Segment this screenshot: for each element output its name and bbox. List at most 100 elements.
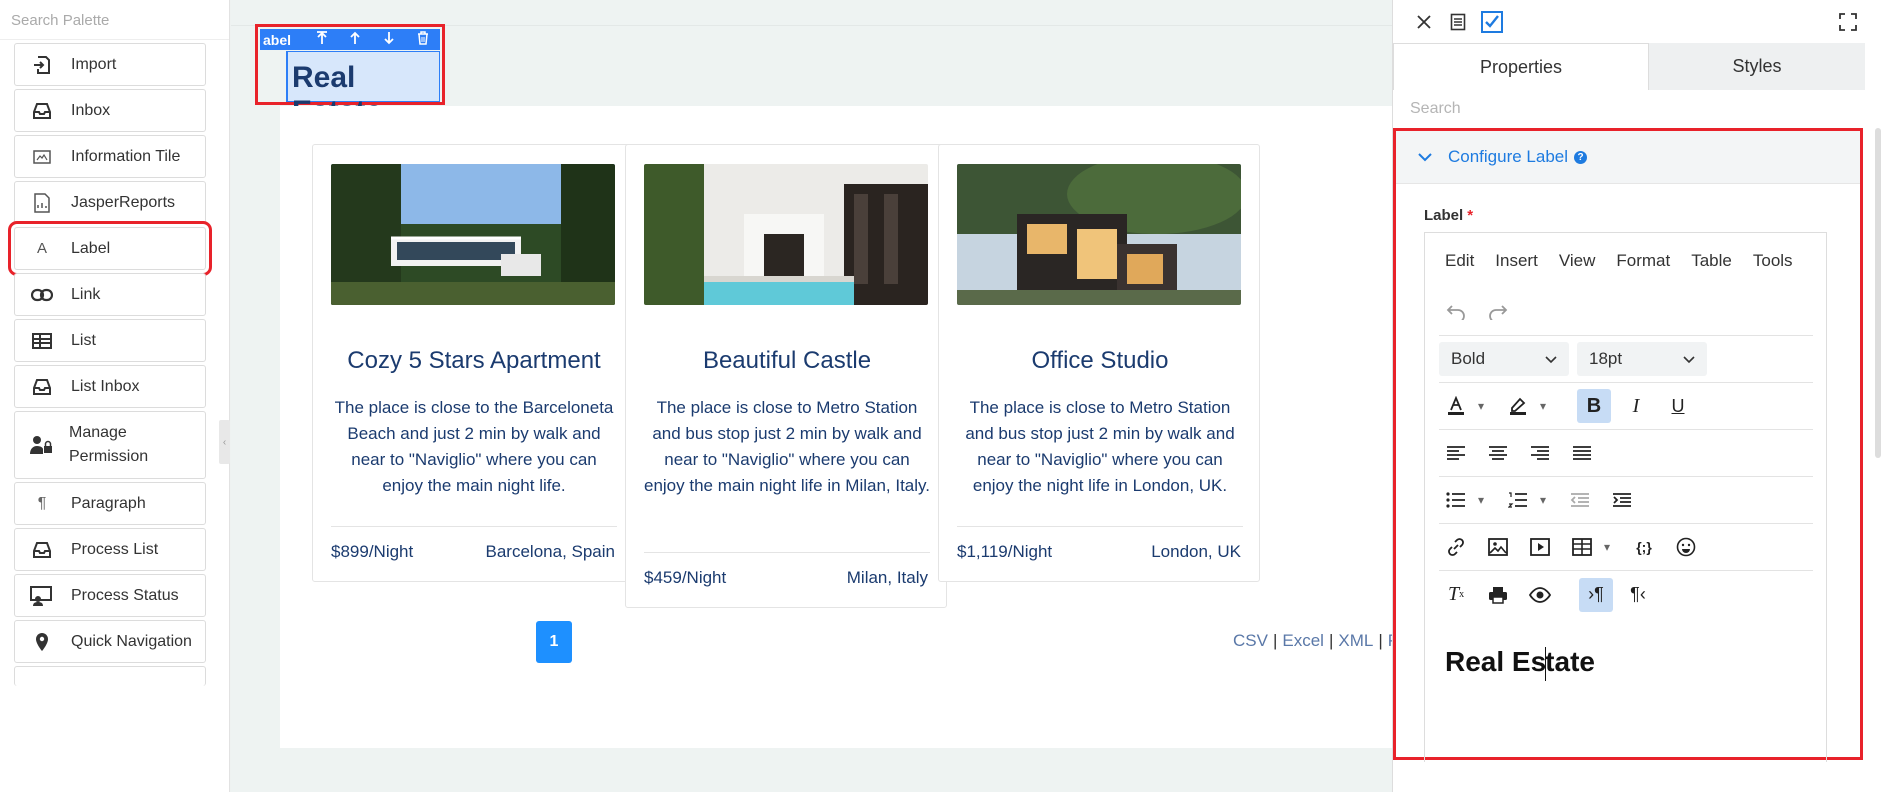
font-weight-select[interactable]: Bold [1439,342,1569,376]
palette-item-label: List [71,331,96,349]
editor-content-area[interactable]: Real Estate [1445,646,1595,681]
tab-properties[interactable]: Properties [1393,43,1649,90]
checkbox-icon[interactable] [1475,10,1509,34]
palette-item-label: Process Status [71,586,179,604]
help-icon[interactable]: ? [1574,150,1588,164]
card-price: $1,119/Night [957,542,1053,561]
align-left-icon[interactable] [1439,436,1473,470]
export-excel-link[interactable]: Excel [1282,631,1324,650]
palette-item-partial[interactable] [14,666,206,686]
palette-item-process-status[interactable]: Process Status [14,574,206,617]
move-up-icon[interactable] [338,31,372,49]
document-icon[interactable] [1441,10,1475,34]
property-card[interactable]: Beautiful Castle The place is close to M… [625,144,947,608]
property-card[interactable]: Office Studio The place is close to Metr… [938,144,1260,582]
collapse-palette-handle[interactable]: ‹ [219,420,230,464]
property-card[interactable]: Cozy 5 Stars Apartment The place is clos… [312,144,634,582]
bold-icon[interactable]: B [1577,389,1611,423]
menu-edit[interactable]: Edit [1445,251,1474,271]
palette-item-process-list[interactable]: Process List [14,528,206,571]
image-icon[interactable] [1481,530,1515,564]
export-csv-link[interactable]: CSV [1233,631,1268,650]
menu-table[interactable]: Table [1691,251,1732,271]
menu-tools[interactable]: Tools [1753,251,1793,271]
export-xml-link[interactable]: XML [1338,631,1373,650]
properties-search-input[interactable]: Search [1410,100,1461,118]
inbox-icon [29,376,55,398]
text-color-icon[interactable] [1439,389,1473,423]
palette-item-information-tile[interactable]: Information Tile [14,135,206,178]
indent-icon[interactable] [1605,483,1639,517]
code-variable-icon[interactable]: {;} [1627,530,1661,564]
outdent-icon[interactable] [1563,483,1597,517]
undo-icon[interactable] [1439,295,1473,329]
menu-view[interactable]: View [1559,251,1596,271]
chevron-down-icon[interactable]: ▾ [1537,483,1549,517]
palette-item-label: Information Tile [71,147,181,165]
palette-item-label: Link [71,285,101,303]
card-divider [644,552,930,553]
ltr-direction-icon[interactable]: ›¶ [1579,577,1613,612]
pagination-page-1[interactable]: 1 [536,621,572,663]
design-canvas: abel Real Estate [231,0,1392,792]
media-icon[interactable] [1523,530,1557,564]
redo-icon[interactable] [1481,295,1515,329]
print-icon[interactable] [1481,578,1515,612]
palette-search-input[interactable]: Search Palette [0,0,229,40]
palette-item-manage-permission[interactable]: Manage Permission [14,411,206,479]
align-right-icon[interactable] [1523,436,1557,470]
palette-item-list-inbox[interactable]: List Inbox [14,365,206,408]
palette-item-inbox[interactable]: Inbox [14,89,206,132]
underline-icon[interactable]: U [1661,389,1695,423]
property-image-castle [644,164,928,305]
expand-icon[interactable] [1831,10,1865,34]
panel-header [1393,0,1883,43]
palette-item-import[interactable]: Import [14,43,206,86]
inbox-icon [29,100,55,122]
required-mark: * [1467,207,1474,224]
delete-icon[interactable] [406,30,440,49]
emoji-icon[interactable] [1669,530,1703,564]
link-icon[interactable] [1439,530,1473,564]
palette-item-quick-navigation[interactable]: Quick Navigation [14,620,206,663]
menu-insert[interactable]: Insert [1495,251,1538,271]
clear-format-icon[interactable]: Tx [1439,578,1473,612]
menu-format[interactable]: Format [1616,251,1670,271]
close-icon[interactable] [1407,10,1441,34]
card-description: The place is close to Metro Station and … [644,398,930,495]
palette-item-list[interactable]: List [14,319,206,362]
align-center-icon[interactable] [1481,436,1515,470]
move-down-icon[interactable] [372,31,406,49]
chevron-down-icon[interactable]: ▾ [1537,389,1549,423]
chevron-down-icon[interactable] [1418,149,1432,165]
select-parent-icon[interactable] [305,30,339,49]
toolbar-row-lists: ▾ ▾ [1439,477,1813,524]
chevron-down-icon[interactable]: ▾ [1601,530,1613,564]
panel-scrollbar[interactable] [1875,128,1881,458]
table-icon[interactable] [1565,530,1599,564]
card-title: Cozy 5 Stars Apartment [347,347,601,374]
section-header[interactable]: Configure Label ? [1396,131,1860,184]
highlight-color-icon[interactable] [1501,389,1535,423]
palette-item-label-component[interactable]: A Label [8,221,212,276]
preview-eye-icon[interactable] [1523,578,1557,612]
palette-item-jasperreports[interactable]: JasperReports [14,181,206,224]
palette-item-link[interactable]: Link [14,273,206,316]
palette-item-paragraph[interactable]: ¶ Paragraph [14,482,206,525]
card-title: Office Studio [1031,347,1169,374]
font-size-select[interactable]: 18pt [1577,342,1707,376]
align-justify-icon[interactable] [1565,436,1599,470]
paragraph-icon: ¶ [37,494,47,512]
numbered-list-icon[interactable] [1501,483,1535,517]
palette-item-label: Import [71,55,117,73]
chevron-down-icon[interactable]: ▾ [1475,483,1487,517]
rtl-direction-icon[interactable]: ¶‹ [1621,578,1655,612]
bullet-list-icon[interactable] [1439,483,1473,517]
chevron-down-icon[interactable]: ▾ [1475,389,1487,423]
palette-item-label: Label [71,239,111,257]
italic-icon[interactable]: I [1619,389,1653,423]
tab-styles[interactable]: Styles [1649,43,1865,90]
rich-text-editor: Edit Insert View Format Table Tools Bold… [1424,232,1827,762]
card-list-container: Cozy 5 Stars Apartment The place is clos… [280,106,1392,748]
selected-label-component[interactable]: abel Real Estate [255,24,445,128]
